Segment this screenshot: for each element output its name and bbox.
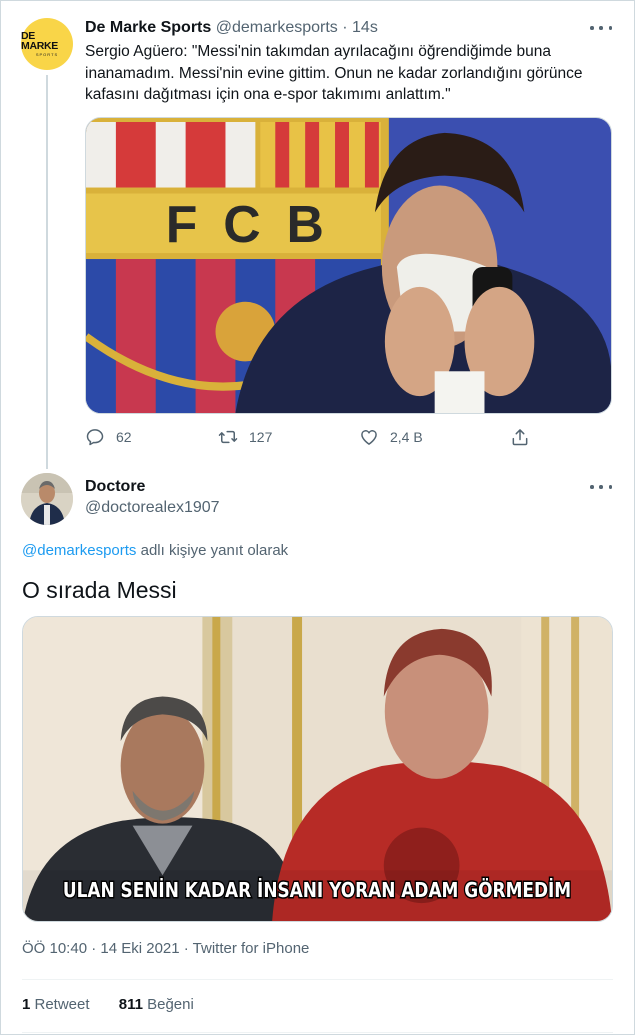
reply-author-handle[interactable]: @doctorealex1907 bbox=[85, 498, 220, 518]
tweet-time[interactable]: 14s bbox=[352, 19, 378, 36]
reply-more-icon[interactable] bbox=[590, 477, 612, 497]
like-stat[interactable]: 811 Beğeni bbox=[119, 996, 194, 1013]
tweet-image[interactable]: FCB bbox=[85, 117, 612, 414]
retweet-button[interactable]: 127 bbox=[218, 425, 272, 449]
like-stat-label: Beğeni bbox=[142, 996, 194, 1013]
avatar-brand-text: DE MARKE bbox=[21, 30, 58, 52]
retweet-icon bbox=[218, 430, 238, 444]
tweet-actions: 62 127 2,4 B bbox=[85, 425, 555, 449]
reply-text: O sırada Messi bbox=[22, 577, 177, 603]
fcb-crest-photo: FCB bbox=[86, 118, 611, 413]
tweet-text: Sergio Agüero: "Messi'nin takımdan ayrıl… bbox=[85, 43, 583, 103]
reply-button[interactable]: 62 bbox=[85, 425, 132, 449]
share-button[interactable] bbox=[510, 425, 541, 449]
like-button[interactable]: 2,4 B bbox=[359, 425, 423, 449]
replying-to-suffix: adlı kişiye yanıt olarak bbox=[136, 542, 289, 559]
meme-caption: ULAN SENİN KADAR İNSANI YORAN ADAM GÖRME… bbox=[63, 877, 571, 902]
crest-letters: FCB bbox=[166, 195, 350, 253]
reply-author-name[interactable]: Doctore bbox=[85, 477, 145, 497]
avatar[interactable]: DE MARKE SPORTS bbox=[21, 18, 73, 70]
avatar-photo bbox=[21, 473, 73, 525]
avatar-sub-text: SPORTS bbox=[35, 52, 59, 57]
reply-count: 62 bbox=[116, 429, 132, 445]
like-stat-count: 811 bbox=[118, 996, 143, 1013]
reply-avatar[interactable] bbox=[21, 473, 73, 525]
replying-to-link[interactable]: @demarkesports bbox=[22, 542, 136, 559]
retweet-stat[interactable]: 1 Retweet bbox=[22, 996, 90, 1013]
reply-author-name-text: Doctore bbox=[85, 478, 146, 495]
header-separator: · bbox=[342, 19, 348, 36]
like-count: 2,4 B bbox=[390, 429, 423, 445]
author-handle[interactable]: @demarkesports bbox=[216, 19, 338, 36]
reply-icon bbox=[86, 429, 104, 446]
thread-line bbox=[46, 75, 48, 469]
tweet-stats: 1 Retweet 811 Beğeni bbox=[22, 995, 194, 1015]
divider-bottom bbox=[22, 1032, 613, 1033]
tweet-meta[interactable]: ÖÖ 10:40 · 14 Eki 2021 · Twitter for iPh… bbox=[22, 939, 309, 959]
like-icon bbox=[361, 430, 377, 445]
more-icon[interactable] bbox=[590, 18, 612, 38]
tweet-header: De Marke Sports @demarkesports · 14s bbox=[85, 18, 378, 38]
meme-photo: ULAN SENİN KADAR İNSANI YORAN ADAM GÖRME… bbox=[23, 617, 612, 921]
retweet-count: 127 bbox=[249, 429, 273, 445]
retweet-stat-label: Retweet bbox=[30, 996, 90, 1013]
reply-image[interactable]: ULAN SENİN KADAR İNSANI YORAN ADAM GÖRME… bbox=[22, 616, 613, 922]
divider bbox=[22, 979, 613, 980]
replying-to: @demarkesports adlı kişiye yanıt olarak bbox=[22, 541, 288, 561]
tweet-thread: DE MARKE SPORTS De Marke Sports @demarke… bbox=[0, 0, 635, 1035]
author-name[interactable]: De Marke Sports bbox=[85, 19, 211, 36]
share-icon bbox=[512, 429, 528, 446]
